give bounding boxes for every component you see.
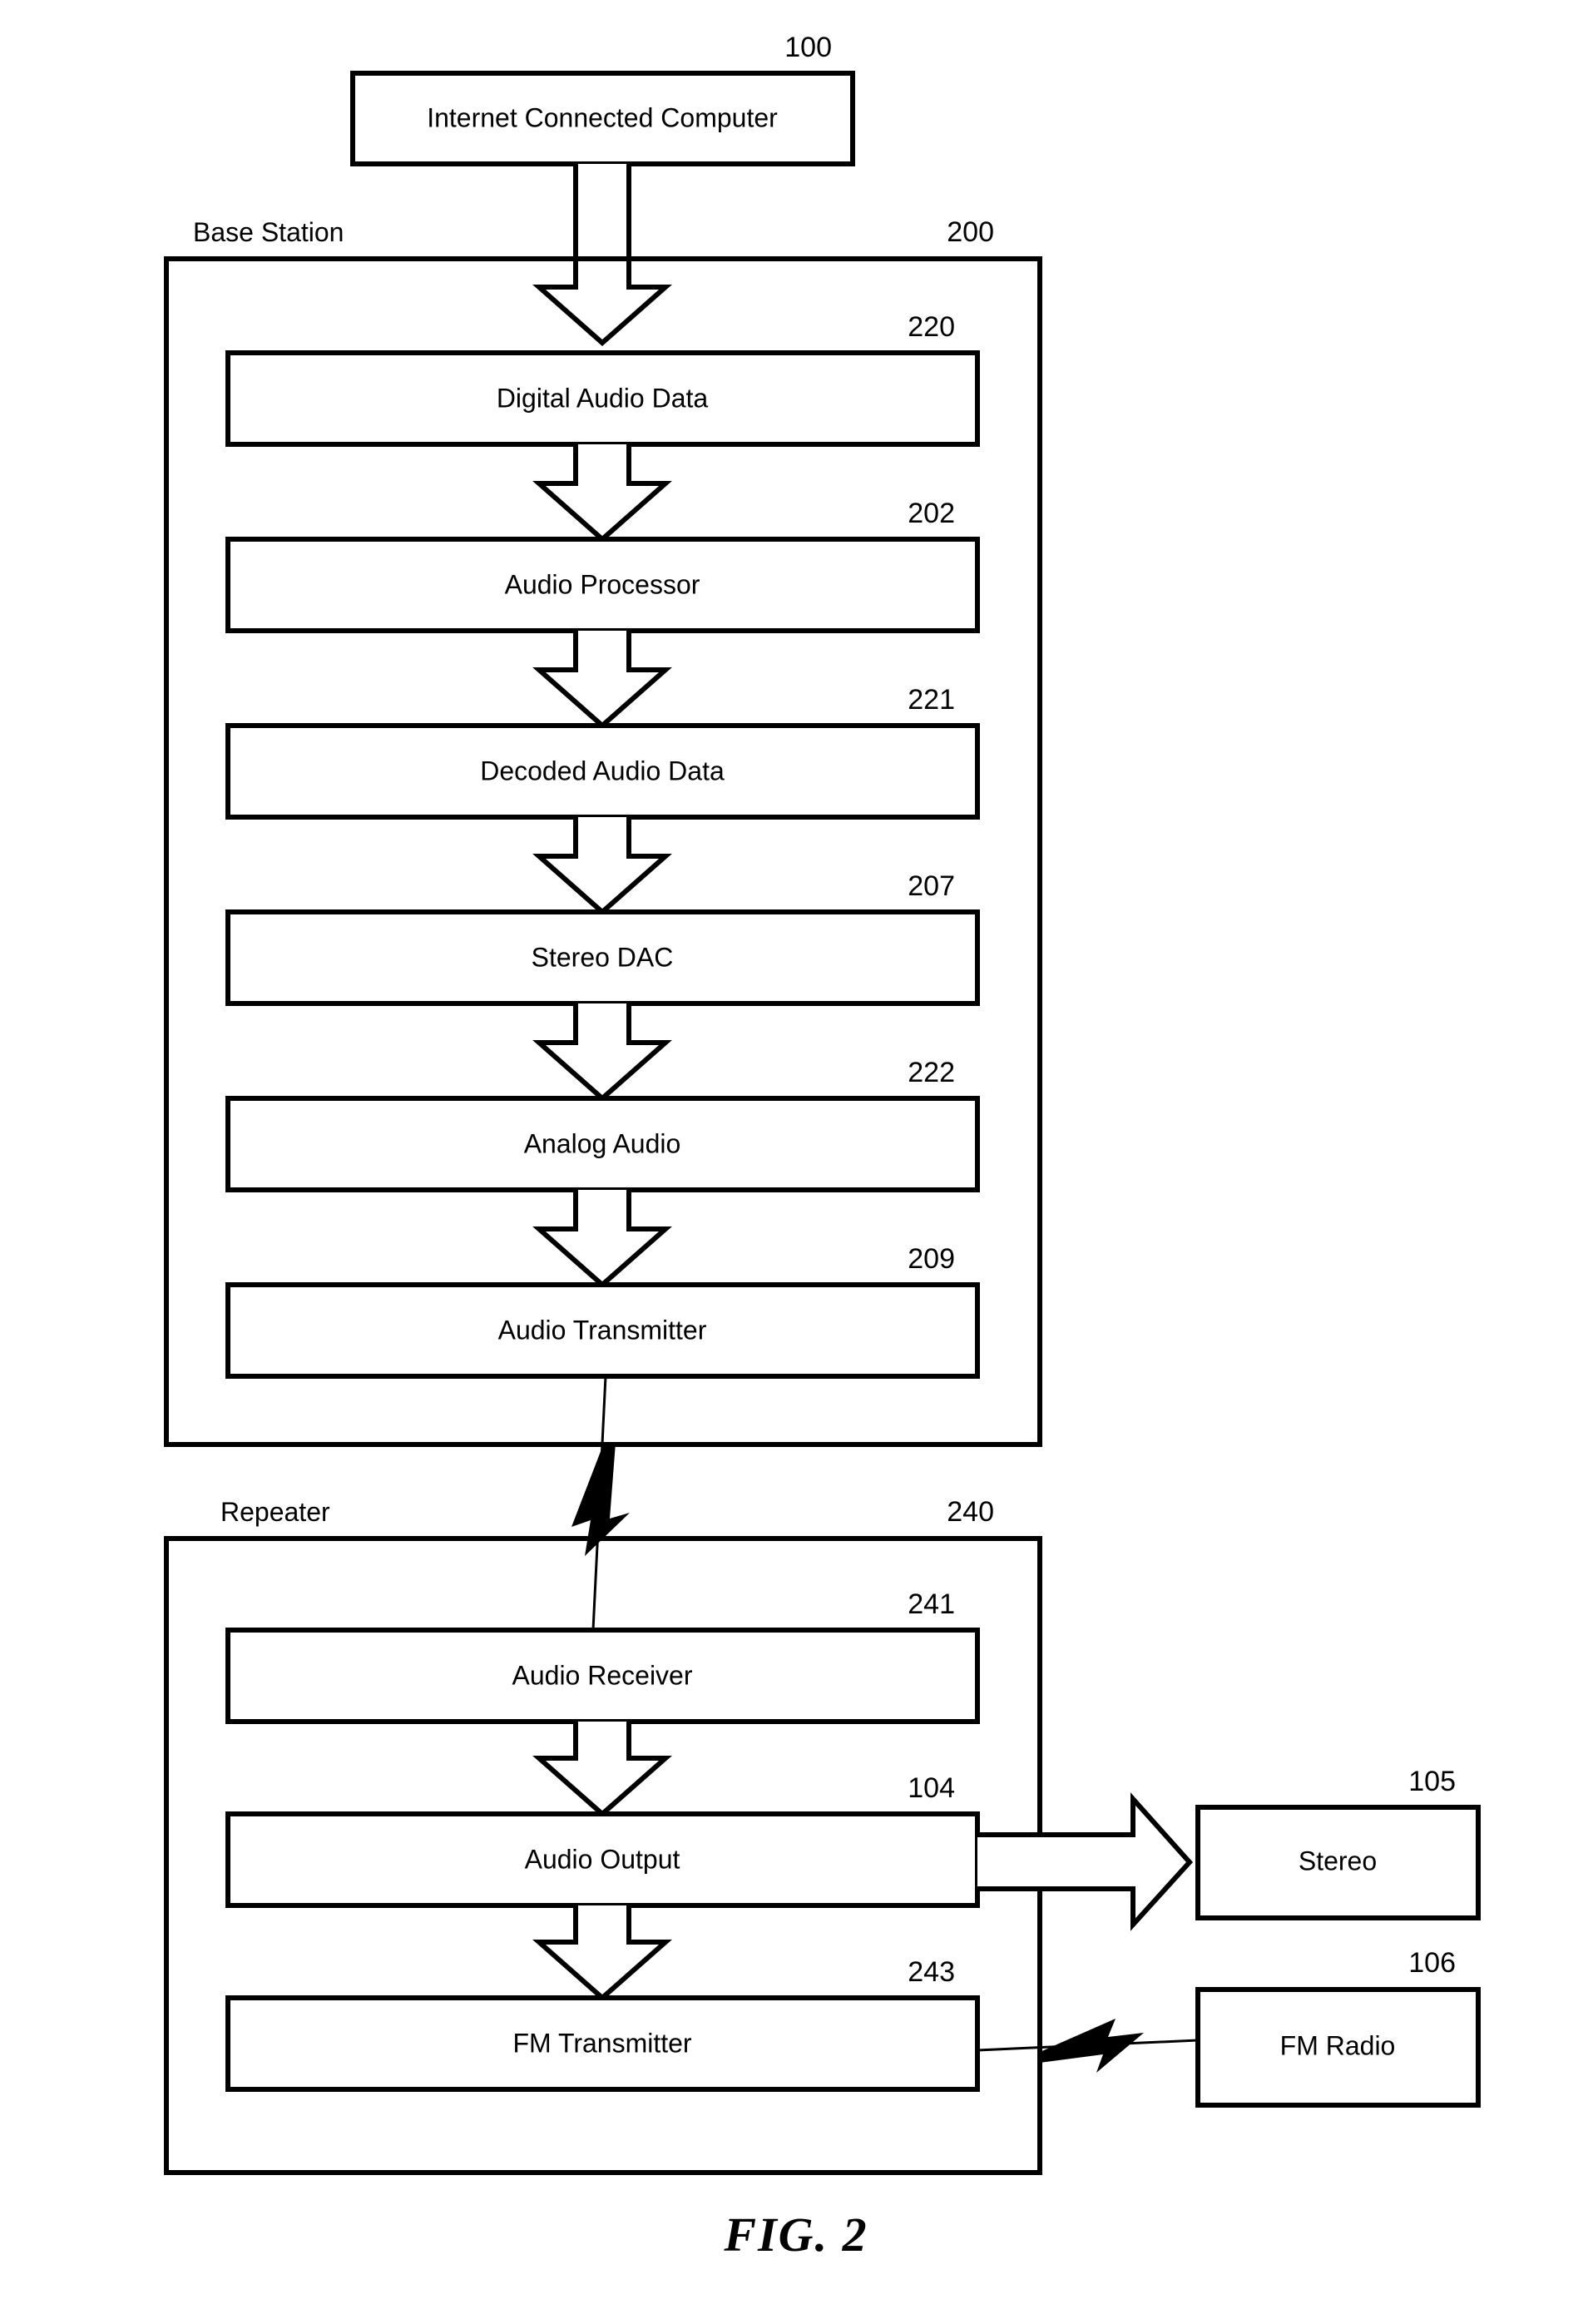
fm-radio-label: FM Radio <box>1280 2030 1396 2060</box>
audio-transmitter-label: Audio Transmitter <box>498 1315 707 1345</box>
node-stereo: Stereo 105 <box>1195 1766 1481 1920</box>
connector-receiver-to-output <box>532 1722 672 1817</box>
node-internet-connected-computer: Internet Connected Computer 100 <box>350 32 855 166</box>
block-arrow-down-dac-to-analog <box>532 1003 672 1102</box>
figure-caption: FIG. 2 <box>723 2208 868 2262</box>
stereo-label: Stereo <box>1299 1846 1377 1876</box>
ref-number-221: 221 <box>908 684 955 716</box>
block-diagram-svg: Internet Connected Computer 100 Base Sta… <box>164 32 1481 2262</box>
digital-audio-data-label: Digital Audio Data <box>497 383 709 413</box>
block-arrow-down-receiver-to-output <box>532 1722 672 1817</box>
audio-output-label: Audio Output <box>525 1844 680 1874</box>
analog-audio-label: Analog Audio <box>524 1128 681 1158</box>
block-arrow-down-digital-audio-to-processor <box>532 444 672 543</box>
connector-output-to-stereo <box>977 1792 1194 1931</box>
patent-figure: Internet Connected Computer 100 Base Sta… <box>0 0 1593 2324</box>
ref-number-105: 105 <box>1408 1766 1456 1797</box>
repeater-label: Repeater <box>220 1497 330 1527</box>
connector-output-to-fm-transmitter <box>532 1905 672 2001</box>
block-arrow-down-computer-to-digital-audio <box>532 164 672 346</box>
ref-number-200: 200 <box>947 216 994 248</box>
connector-rf-fm-transmitter-to-fm-radio <box>977 2019 1199 2073</box>
node-fm-radio: FM Radio 106 <box>1195 1947 1481 2108</box>
connector-rf-transmitter-to-receiver <box>571 1375 630 1631</box>
stereo-dac-label: Stereo DAC <box>532 942 674 972</box>
base-station-label: Base Station <box>193 217 344 247</box>
block-arrow-down-analog-to-transmitter <box>532 1190 672 1288</box>
ref-number-100: 100 <box>784 32 832 63</box>
fm-transmitter-label: FM Transmitter <box>512 2028 691 2058</box>
ref-number-240: 240 <box>947 1496 994 1528</box>
ref-number-243: 243 <box>908 1956 955 1988</box>
block-arrow-down-processor-to-decoded <box>532 631 672 729</box>
connector-decoded-to-dac <box>532 817 672 915</box>
internet-connected-computer-label: Internet Connected Computer <box>427 102 778 132</box>
ref-number-220: 220 <box>908 311 955 343</box>
ref-number-104: 104 <box>908 1772 955 1804</box>
connector-digital-audio-to-processor <box>532 444 672 543</box>
block-arrow-down-output-to-fm-transmitter <box>532 1905 672 2001</box>
block-arrow-right-output-to-stereo <box>977 1792 1194 1931</box>
ref-number-222: 222 <box>908 1057 955 1088</box>
connector-processor-to-decoded <box>532 631 672 729</box>
ref-number-241: 241 <box>908 1588 955 1620</box>
ref-number-202: 202 <box>908 498 955 529</box>
connector-dac-to-analog <box>532 1003 672 1102</box>
connector-computer-to-digital-audio <box>532 164 672 346</box>
decoded-audio-data-label: Decoded Audio Data <box>480 756 725 785</box>
ref-number-209: 209 <box>908 1243 955 1275</box>
connector-analog-to-transmitter <box>532 1190 672 1288</box>
node-audio-receiver: Audio Receiver 241 <box>225 1588 980 1724</box>
audio-receiver-label: Audio Receiver <box>512 1660 693 1690</box>
audio-processor-label: Audio Processor <box>505 569 700 599</box>
block-arrow-down-decoded-to-dac <box>532 817 672 915</box>
ref-number-207: 207 <box>908 870 955 902</box>
ref-number-106: 106 <box>1408 1947 1456 1979</box>
